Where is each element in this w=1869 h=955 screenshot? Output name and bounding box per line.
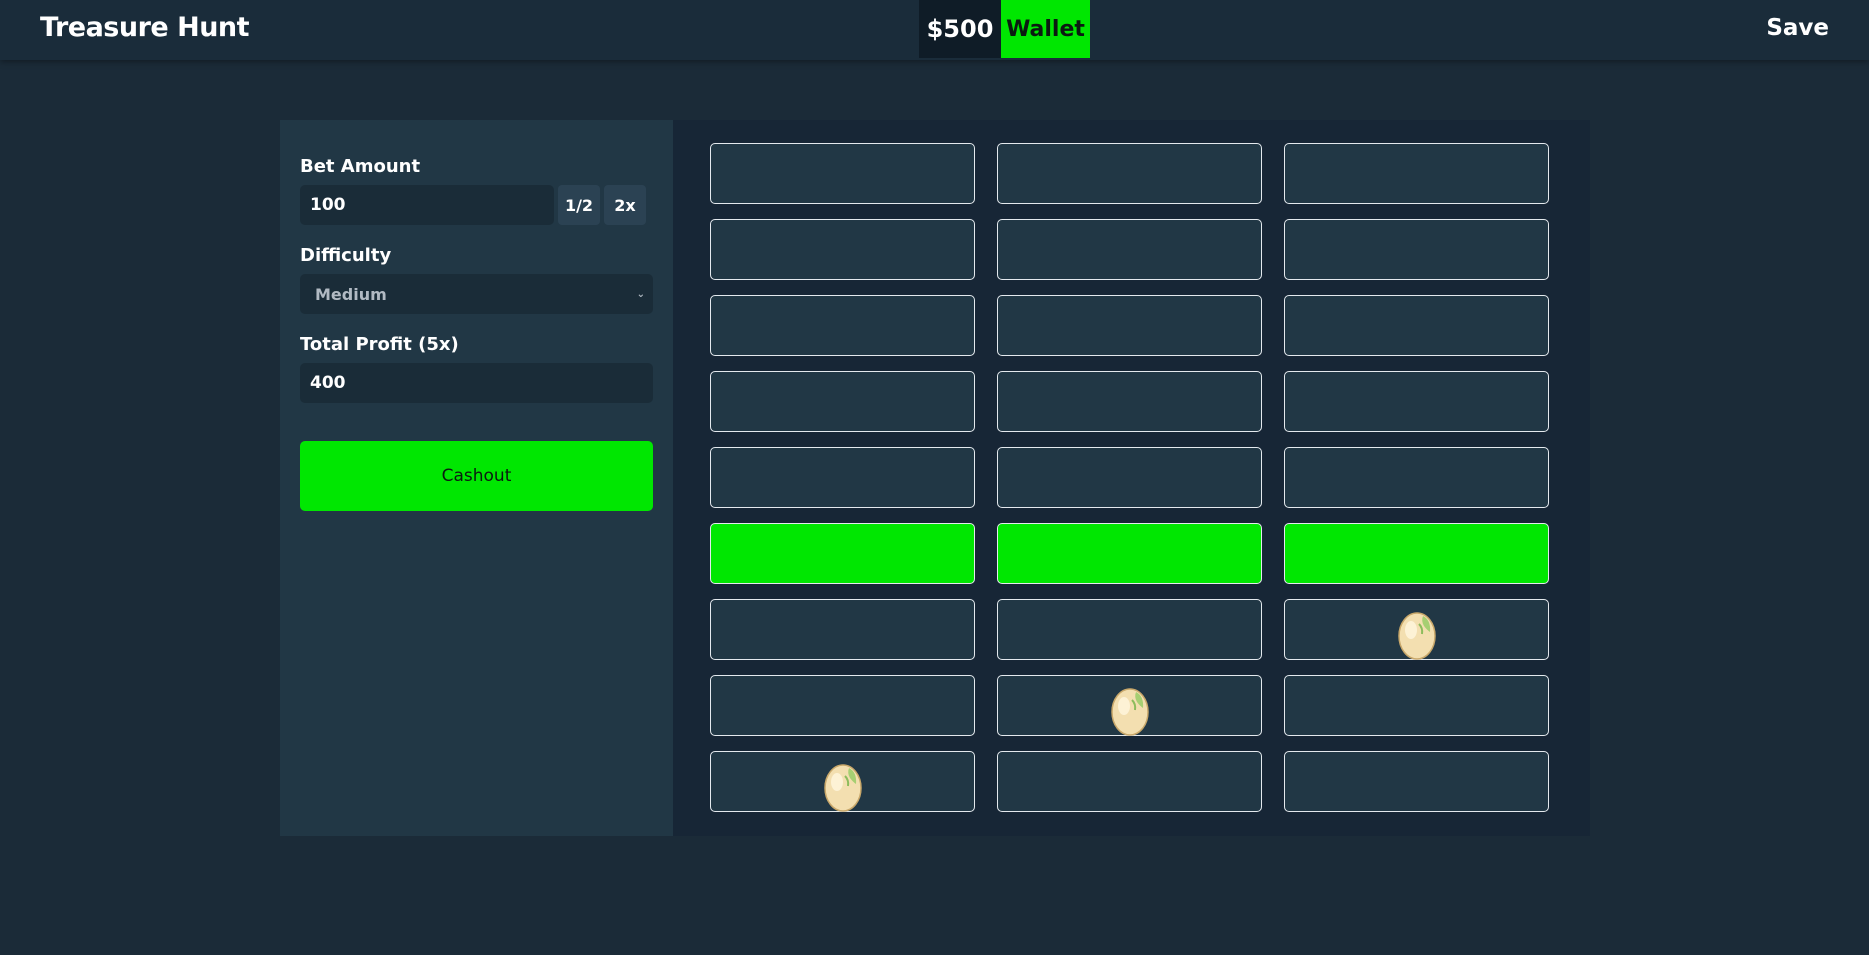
board-tile[interactable] [710,219,975,280]
board-tile[interactable] [1284,523,1549,584]
board-tile[interactable] [997,219,1262,280]
egg-icon [823,763,862,812]
game-panel: Bet Amount 100 1/2 2x Difficulty Medium … [280,120,1590,836]
app-title: Treasure Hunt [40,12,250,43]
board-tile[interactable] [1284,599,1549,660]
chevron-down-icon: ⌄ [636,288,645,300]
balance-display: $500 [919,0,1001,58]
wallet-button[interactable]: Wallet [1001,0,1090,58]
board-tile[interactable] [997,371,1262,432]
board-tile[interactable] [710,143,975,204]
cashout-button[interactable]: Cashout [300,441,653,511]
board-tile[interactable] [710,523,975,584]
bet-row: 100 1/2 2x [300,185,653,225]
board-tile[interactable] [997,447,1262,508]
board-tile[interactable] [997,675,1262,736]
difficulty-value: Medium [315,284,387,304]
total-profit-label: Total Profit (5x) [300,334,459,355]
game-board [673,120,1590,836]
egg-icon [1110,687,1149,736]
bet-amount-label: Bet Amount [300,156,421,177]
board-tile[interactable] [997,751,1262,812]
save-button[interactable]: Save [1766,15,1829,41]
difficulty-select[interactable]: Medium ⌄ [300,274,653,314]
board-tile[interactable] [1284,295,1549,356]
board-tile[interactable] [997,295,1262,356]
board-tile[interactable] [997,143,1262,204]
board-tile[interactable] [710,599,975,660]
board-tile[interactable] [997,599,1262,660]
board-tile[interactable] [710,751,975,812]
board-tile[interactable] [1284,143,1549,204]
difficulty-label: Difficulty [300,245,392,266]
bet-amount-input[interactable]: 100 [300,185,554,225]
board-tile[interactable] [710,447,975,508]
top-bar: Treasure Hunt $500 Wallet Save [0,0,1869,60]
board-tile[interactable] [1284,675,1549,736]
board-tile[interactable] [1284,751,1549,812]
egg-icon [1397,611,1436,660]
board-tile[interactable] [710,295,975,356]
controls-sidebar: Bet Amount 100 1/2 2x Difficulty Medium … [280,120,673,836]
double-bet-button[interactable]: 2x [604,185,646,225]
board-tile[interactable] [1284,447,1549,508]
board-tile[interactable] [1284,371,1549,432]
board-tile[interactable] [710,675,975,736]
board-tile[interactable] [710,371,975,432]
half-bet-button[interactable]: 1/2 [558,185,600,225]
total-profit-field: 400 [300,363,653,403]
board-tile[interactable] [1284,219,1549,280]
wallet-group: $500 Wallet [919,0,1090,58]
board-tile[interactable] [997,523,1262,584]
